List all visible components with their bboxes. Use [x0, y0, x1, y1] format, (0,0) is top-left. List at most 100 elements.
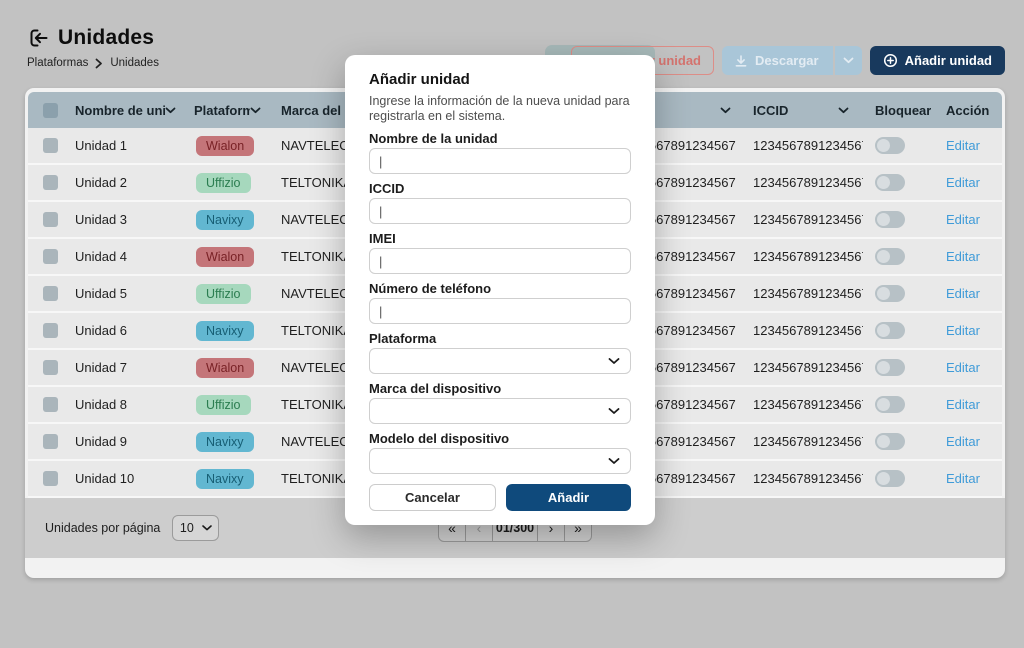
- edit-link[interactable]: Editar: [946, 471, 980, 486]
- field-label: Modelo del dispositivo: [369, 431, 631, 446]
- field-label: Número de teléfono: [369, 281, 631, 296]
- select-input[interactable]: [369, 398, 631, 424]
- submit-button[interactable]: Añadir: [506, 484, 631, 511]
- sort-chevron-icon: [720, 107, 731, 114]
- iccid-value: 1234567891234567: [745, 397, 863, 412]
- row-checkbox[interactable]: [43, 212, 58, 227]
- sort-chevron-icon: [838, 107, 849, 114]
- column-header-name[interactable]: Nombre de unidad: [75, 103, 190, 118]
- unit-name: Unidad 2: [75, 175, 190, 190]
- block-toggle[interactable]: [875, 359, 905, 376]
- modal-field: Modelo del dispositivo: [369, 431, 631, 474]
- column-header-iccid[interactable]: ICCID: [745, 103, 863, 118]
- iccid-value: 1234567891234567: [745, 138, 863, 153]
- add-unit-label: Añadir unidad: [905, 53, 992, 68]
- row-checkbox[interactable]: [43, 397, 58, 412]
- chevron-down-icon: [608, 408, 620, 415]
- modal-field: IMEI|: [369, 231, 631, 274]
- chevron-down-icon: [608, 458, 620, 465]
- page-title: Unidades: [58, 26, 154, 50]
- modal-field: ICCID |: [369, 181, 631, 224]
- unit-name: Unidad 9: [75, 434, 190, 449]
- column-header-block: Bloquear: [863, 103, 946, 118]
- modal-title: Añadir unidad: [369, 71, 631, 89]
- app-root: Unidades Plataformas Unidades Eliminar u…: [0, 0, 1024, 648]
- add-unit-button[interactable]: Añadir unidad: [870, 46, 1005, 75]
- unit-name: Unidad 1: [75, 138, 190, 153]
- iccid-value: 1234567891234567: [745, 471, 863, 486]
- modal-actions: Cancelar Añadir: [369, 484, 631, 511]
- sort-chevron-icon: [165, 107, 176, 114]
- column-header-action: Acción: [946, 103, 1003, 118]
- field-label: ICCID: [369, 181, 631, 196]
- cancel-button[interactable]: Cancelar: [369, 484, 496, 511]
- block-toggle[interactable]: [875, 248, 905, 265]
- select-all-checkbox[interactable]: [43, 103, 58, 118]
- platform-badge: Uffizio: [196, 284, 251, 304]
- text-input[interactable]: |: [369, 248, 631, 274]
- field-label: Nombre de la unidad: [369, 131, 631, 146]
- download-menu-button[interactable]: [835, 46, 862, 75]
- add-unit-modal: Añadir unidad Ingrese la información de …: [345, 55, 655, 525]
- block-toggle[interactable]: [875, 174, 905, 191]
- row-checkbox[interactable]: [43, 360, 58, 375]
- edit-link[interactable]: Editar: [946, 175, 980, 190]
- edit-link[interactable]: Editar: [946, 434, 980, 449]
- row-checkbox[interactable]: [43, 471, 58, 486]
- text-input[interactable]: |: [369, 198, 631, 224]
- text-input[interactable]: |: [369, 298, 631, 324]
- edit-link[interactable]: Editar: [946, 323, 980, 338]
- edit-link[interactable]: Editar: [946, 360, 980, 375]
- chevron-right-icon: [95, 58, 103, 69]
- download-button[interactable]: Descargar: [722, 46, 833, 75]
- edit-link[interactable]: Editar: [946, 286, 980, 301]
- platform-badge: Uffizio: [196, 173, 251, 193]
- row-checkbox[interactable]: [43, 138, 58, 153]
- platform-badge: Navixy: [196, 432, 254, 452]
- unit-name: Unidad 3: [75, 212, 190, 227]
- platform-badge: Navixy: [196, 210, 254, 230]
- edit-link[interactable]: Editar: [946, 249, 980, 264]
- block-toggle[interactable]: [875, 322, 905, 339]
- row-checkbox[interactable]: [43, 434, 58, 449]
- platform-badge: Wialon: [196, 247, 254, 267]
- iccid-value: 1234567891234567: [745, 249, 863, 264]
- per-page-select[interactable]: 10: [172, 515, 219, 541]
- block-toggle[interactable]: [875, 470, 905, 487]
- block-toggle[interactable]: [875, 211, 905, 228]
- select-input[interactable]: [369, 348, 631, 374]
- sort-chevron-icon: [250, 107, 261, 114]
- edit-link[interactable]: Editar: [946, 212, 980, 227]
- block-toggle[interactable]: [875, 433, 905, 450]
- iccid-value: 1234567891234567: [745, 286, 863, 301]
- row-checkbox[interactable]: [43, 323, 58, 338]
- select-input[interactable]: [369, 448, 631, 474]
- row-checkbox[interactable]: [43, 249, 58, 264]
- platform-badge: Navixy: [196, 321, 254, 341]
- breadcrumb-plataformas[interactable]: Plataformas: [27, 57, 88, 69]
- row-checkbox[interactable]: [43, 175, 58, 190]
- plus-circle-icon: [883, 53, 898, 68]
- per-page-label: Unidades por página: [45, 521, 160, 535]
- field-label: Plataforma: [369, 331, 631, 346]
- page-header: Unidades Plataformas Unidades: [27, 26, 159, 69]
- block-toggle[interactable]: [875, 137, 905, 154]
- modal-field: Nombre de la unidad |: [369, 131, 631, 174]
- field-label: Marca del dispositivo: [369, 381, 631, 396]
- unit-name: Unidad 5: [75, 286, 190, 301]
- modal-field: Marca del dispositivo: [369, 381, 631, 424]
- unit-name: Unidad 8: [75, 397, 190, 412]
- text-input[interactable]: |: [369, 148, 631, 174]
- edit-link[interactable]: Editar: [946, 397, 980, 412]
- row-checkbox[interactable]: [43, 286, 58, 301]
- unit-name: Unidad 10: [75, 471, 190, 486]
- modal-field: Plataforma: [369, 331, 631, 374]
- column-header-platform[interactable]: Plataforma: [190, 103, 275, 118]
- block-toggle[interactable]: [875, 396, 905, 413]
- block-toggle[interactable]: [875, 285, 905, 302]
- edit-link[interactable]: Editar: [946, 138, 980, 153]
- iccid-value: 1234567891234567: [745, 175, 863, 190]
- modal-subtitle: Ingrese la información de la nueva unida…: [369, 94, 635, 124]
- back-icon[interactable]: [27, 27, 49, 49]
- download-label: Descargar: [755, 53, 819, 68]
